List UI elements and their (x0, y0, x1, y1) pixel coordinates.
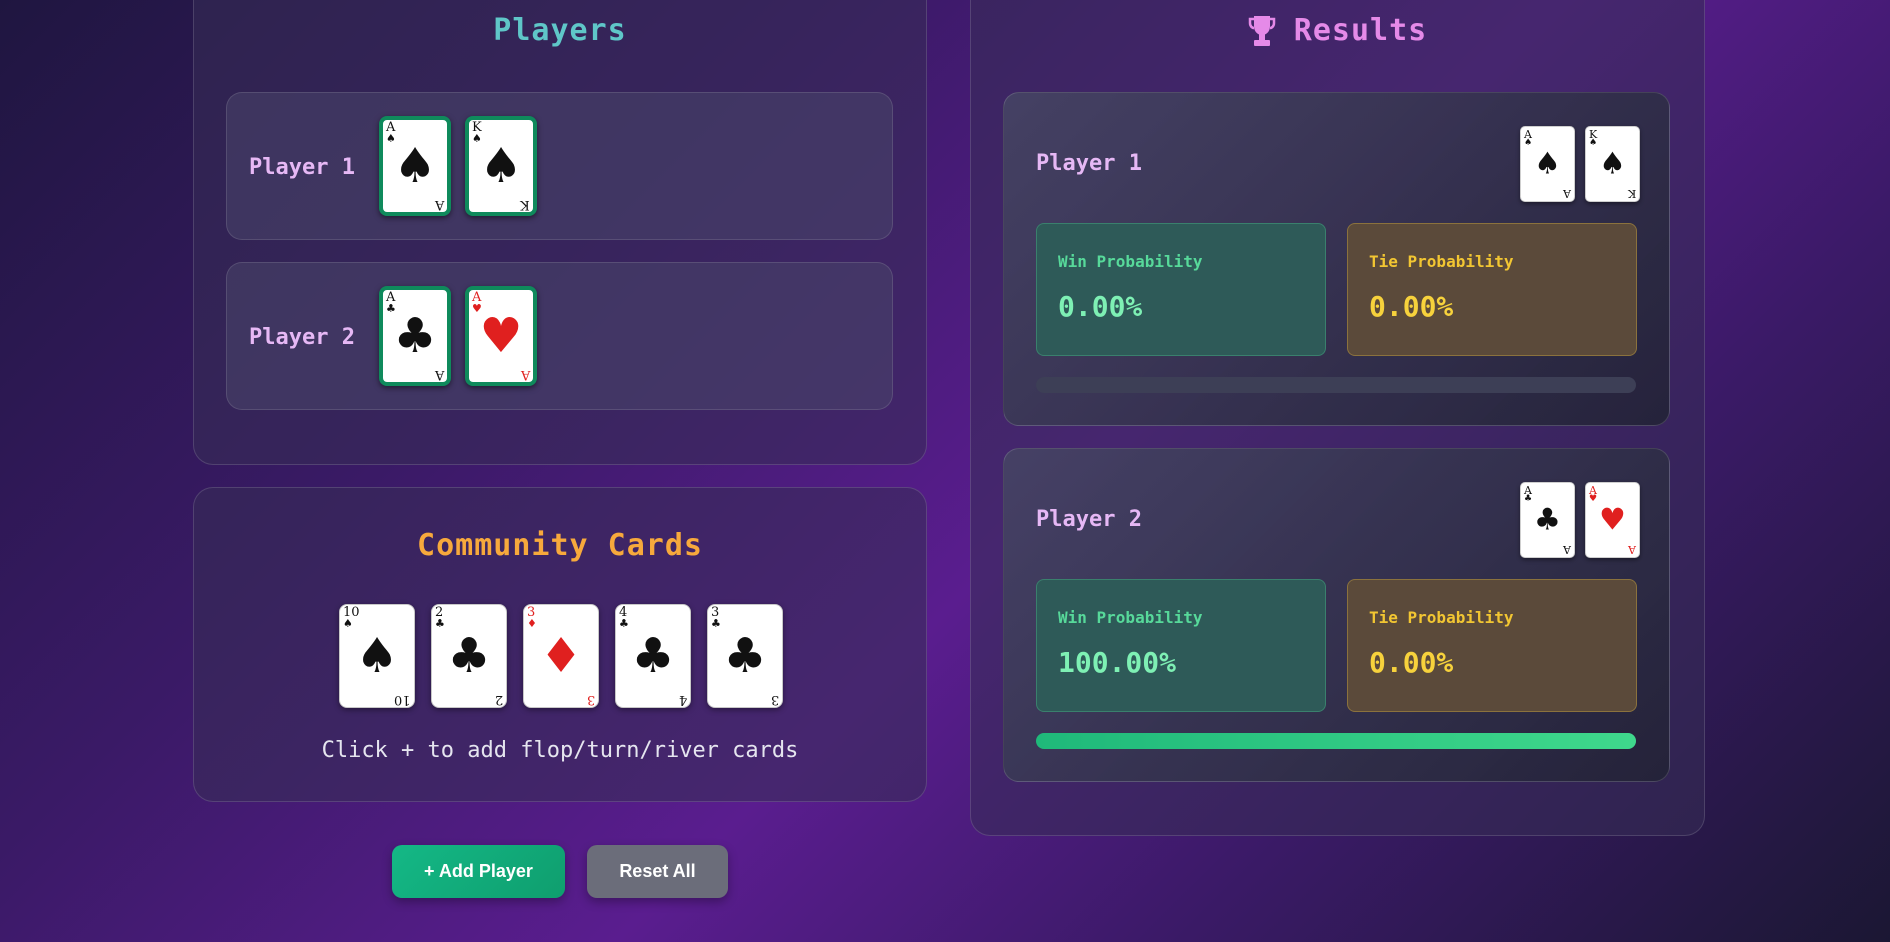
club-pip: ♣ (631, 628, 675, 684)
card-rank: A (434, 197, 444, 212)
community-cards-row: 10 ♠ ♠ 10 2 ♣ ♣ 2 3 ♦ ♦ 3 4 ♣ ♣ 4 3 ♣ ♣ … (339, 604, 789, 714)
results-title: Results (1293, 13, 1428, 48)
card-rank: 2 (494, 692, 503, 707)
result-player-name: Player 2 (1036, 507, 1142, 532)
tie-probability-value: 0.00% (1369, 290, 1454, 323)
community-card[interactable]: 3 ♦ ♦ 3 (523, 604, 599, 708)
reset-all-button[interactable]: Reset All (587, 845, 728, 898)
tie-probability-label: Tie Probability (1369, 608, 1514, 627)
club-pip: ♣ (393, 308, 437, 364)
heart-pip: ♥ (479, 308, 523, 364)
card-rank: A (1563, 187, 1571, 200)
community-card[interactable]: 4 ♣ ♣ 4 (615, 604, 691, 708)
tie-probability-box: Tie Probability 0.00% (1347, 579, 1637, 712)
result-card-mini: A ♠ ♠ A (1520, 126, 1575, 202)
win-probability-value: 0.00% (1058, 290, 1143, 323)
card-rank: A (434, 367, 444, 382)
win-progress-bar (1036, 733, 1636, 749)
diamond-pip: ♦ (539, 628, 583, 684)
win-probability-box: Win Probability 0.00% (1036, 223, 1326, 356)
add-player-button[interactable]: + Add Player (392, 845, 565, 898)
card-rank: 3 (770, 692, 779, 707)
card-rank: 3 (586, 692, 595, 707)
card-rank: K (520, 197, 530, 212)
tie-probability-label: Tie Probability (1369, 252, 1514, 271)
card-rank: A (1628, 543, 1636, 556)
community-card[interactable]: 3 ♣ ♣ 3 (707, 604, 783, 708)
player-name: Player 1 (249, 155, 355, 180)
result-player-name: Player 1 (1036, 151, 1142, 176)
result-card-mini: A ♥ ♥ A (1585, 482, 1640, 558)
win-probability-box: Win Probability 100.00% (1036, 579, 1326, 712)
tie-probability-box: Tie Probability 0.00% (1347, 223, 1637, 356)
card-rank: K (1627, 187, 1636, 200)
hole-card[interactable]: A ♠ ♠ A (379, 116, 451, 216)
community-cards-hint: Click + to add flop/turn/river cards (321, 738, 799, 763)
spade-pip: ♠ (1534, 146, 1561, 182)
card-rank: A (520, 367, 530, 382)
win-progress-fill (1036, 733, 1636, 749)
player-row-2[interactable]: Player 2 A ♣ ♣ A A ♥ ♥ A (226, 262, 893, 410)
heart-pip: ♥ (1599, 502, 1626, 538)
win-progress-bar (1036, 377, 1636, 393)
club-pip: ♣ (1534, 502, 1561, 538)
hole-card[interactable]: A ♥ ♥ A (465, 286, 537, 386)
player-row-1[interactable]: Player 1 A ♠ ♠ A K ♠ ♠ K (226, 92, 893, 240)
result-card-player-1: Player 1 A ♠ ♠ A K ♠ ♠ K Win Probability… (1003, 92, 1670, 426)
hole-card[interactable]: K ♠ ♠ K (465, 116, 537, 216)
players-panel: Players Player 1 A ♠ ♠ A K ♠ ♠ K Player … (193, 0, 927, 465)
community-card[interactable]: 10 ♠ ♠ 10 (339, 604, 415, 708)
trophy-icon (1248, 15, 1276, 46)
results-header: Results (971, 13, 1704, 48)
club-pip: ♣ (723, 628, 767, 684)
community-card[interactable]: 2 ♣ ♣ 2 (431, 604, 507, 708)
community-cards-title: Community Cards (417, 528, 703, 563)
card-rank: A (1563, 543, 1571, 556)
result-card-player-2: Player 2 A ♣ ♣ A A ♥ ♥ A Win Probability… (1003, 448, 1670, 782)
hole-card[interactable]: A ♣ ♣ A (379, 286, 451, 386)
spade-pip: ♠ (479, 138, 523, 194)
player-name: Player 2 (249, 325, 355, 350)
win-probability-label: Win Probability (1058, 608, 1203, 627)
win-probability-label: Win Probability (1058, 252, 1203, 271)
card-rank: 4 (678, 692, 687, 707)
community-cards-panel: Community Cards 10 ♠ ♠ 10 2 ♣ ♣ 2 3 ♦ ♦ … (193, 487, 927, 802)
players-title: Players (493, 13, 627, 48)
tie-probability-value: 0.00% (1369, 646, 1454, 679)
card-rank: 10 (394, 692, 411, 707)
spade-pip: ♠ (355, 628, 399, 684)
result-card-mini: K ♠ ♠ K (1585, 126, 1640, 202)
spade-pip: ♠ (1599, 146, 1626, 182)
result-card-mini: A ♣ ♣ A (1520, 482, 1575, 558)
club-pip: ♣ (447, 628, 491, 684)
win-probability-value: 100.00% (1058, 646, 1177, 679)
spade-pip: ♠ (393, 138, 437, 194)
results-panel: Results Player 1 A ♠ ♠ A K ♠ ♠ K Win Pro… (970, 0, 1705, 836)
